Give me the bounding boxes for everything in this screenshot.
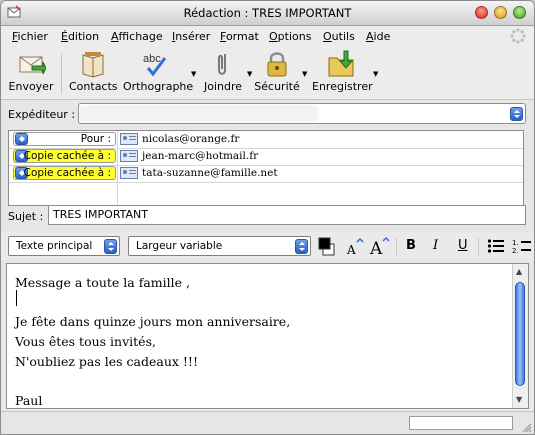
recipient-address[interactable]: jean-marc@hotmail.fr [142, 150, 258, 162]
message-line: Je fête dans quinze jours mon anniversai… [15, 314, 291, 329]
paragraph-style-select[interactable]: Texte principal [8, 236, 120, 256]
paperclip-icon [218, 54, 226, 75]
text-cursor [16, 290, 17, 306]
numbered-list-icon[interactable]: 1. 2. [512, 237, 532, 255]
subject-value: TRES IMPORTANT [53, 208, 148, 221]
close-window-button[interactable] [475, 6, 488, 19]
padlock-icon [267, 52, 287, 77]
spelling-button[interactable]: abc Orthographe [123, 50, 193, 93]
recipient-row[interactable]: Pour : nicolas@orange.fr [9, 131, 523, 149]
recipient-type-label: Copie cachée à : [23, 167, 111, 179]
window-title: Rédaction : TRES IMPORTANT [183, 6, 352, 20]
subject-input[interactable]: TRES IMPORTANT [48, 205, 526, 225]
recipient-address[interactable]: tata-suzanne@famille.net [142, 167, 278, 179]
activity-throbber-icon [510, 28, 526, 44]
recipients-list: Pour : nicolas@orange.fr Copie cachée à … [8, 130, 524, 206]
recipient-type-select[interactable]: Copie cachée à : [13, 166, 116, 180]
subject-label: Sujet : [8, 210, 44, 223]
spelling-dropdown-arrow-icon[interactable]: ▼ [191, 70, 196, 78]
recipient-row[interactable]: Copie cachée à : tata-suzanne@famille.ne… [9, 165, 523, 183]
menu-aide[interactable]: Aide [366, 30, 390, 43]
italic-button[interactable]: I [433, 238, 438, 253]
recipient-address[interactable]: nicolas@orange.fr [142, 133, 239, 145]
message-line: Message a toute la famille , [15, 275, 190, 290]
menu-inserer[interactable]: Insérer [172, 30, 210, 43]
toolbar-separator [61, 54, 62, 94]
sender-select[interactable] [78, 103, 526, 124]
send-icon [19, 56, 46, 75]
format-separator [478, 238, 479, 256]
menu-options[interactable]: Options [269, 30, 311, 43]
bold-button[interactable]: B [406, 238, 416, 253]
spellcheck-icon: abc [143, 53, 167, 77]
svg-text:1.: 1. [512, 239, 519, 247]
decrease-font-size-icon[interactable]: A [344, 238, 364, 256]
message-body-editor[interactable]: Message a toute la famille , Je fête dan… [6, 263, 529, 409]
recipient-type-select[interactable]: Copie cachée à : [13, 149, 116, 163]
scroll-up-arrow-icon[interactable]: ▲ [516, 267, 522, 276]
send-button[interactable]: Envoyer [7, 50, 55, 93]
contact-card-icon [120, 167, 138, 179]
bulleted-list-icon[interactable] [487, 238, 505, 254]
recipient-type-label: Copie cachée à : [23, 150, 111, 162]
menu-fichier[interactable]: Fichier [12, 30, 48, 43]
save-folder-icon [328, 50, 354, 77]
body-vertical-scrollbar[interactable]: ▲ ▼ [512, 264, 528, 408]
resize-grip-icon[interactable] [521, 422, 532, 433]
sender-field-blurred-value [81, 107, 317, 120]
main-toolbar: Envoyer Contacts abc Orthographe ▼ Joind… [1, 48, 534, 100]
menu-affichage[interactable]: Affichage [111, 30, 163, 43]
contact-card-icon [120, 133, 138, 145]
font-dropdown-icon [295, 239, 308, 254]
security-dropdown-arrow-icon[interactable]: ▼ [302, 70, 307, 78]
recipient-type-select[interactable]: Pour : [13, 132, 116, 146]
contacts-button[interactable]: Contacts [69, 50, 118, 93]
format-separator [396, 238, 397, 256]
save-button[interactable]: Enregistrer [312, 50, 373, 93]
message-line: N'oubliez pas les cadeaux !!! [15, 354, 198, 369]
recipient-empty-row[interactable] [9, 182, 523, 204]
status-bar [1, 411, 534, 434]
recipient-type-dropdown-icon [15, 133, 28, 145]
message-line: Paul [15, 393, 43, 408]
menu-outils[interactable]: Outils [323, 30, 355, 43]
minimize-window-button[interactable] [494, 6, 507, 19]
progress-meter [409, 416, 513, 430]
compose-window: Rédaction : TRES IMPORTANT Fichier Éditi… [0, 0, 535, 435]
paragraph-style-dropdown-icon [104, 239, 117, 254]
sender-dropdown-icon[interactable] [510, 107, 523, 121]
scrollbar-thumb[interactable] [515, 282, 525, 386]
scroll-down-arrow-icon[interactable]: ▼ [516, 395, 522, 404]
zoom-window-button[interactable] [513, 6, 526, 19]
increase-font-size-icon[interactable]: A [368, 236, 390, 256]
title-bar[interactable]: Rédaction : TRES IMPORTANT [1, 1, 534, 26]
recipient-row[interactable]: Copie cachée à : jean-marc@hotmail.fr [9, 148, 523, 166]
sender-label: Expéditeur : [8, 108, 76, 121]
font-select[interactable]: Largeur variable [128, 236, 311, 256]
text-color-icon[interactable] [318, 237, 336, 257]
security-button[interactable]: Sécurité [253, 50, 301, 93]
menu-format[interactable]: Format [220, 30, 259, 43]
svg-text:2.: 2. [512, 247, 519, 255]
recipient-type-label: Pour : [80, 133, 111, 145]
format-toolbar: Texte principal Largeur variable A A B I… [1, 232, 534, 260]
svg-text:abc: abc [143, 53, 161, 65]
contact-card-icon [120, 150, 138, 162]
svg-text:A: A [346, 243, 356, 256]
svg-text:A: A [369, 239, 383, 256]
menu-edition[interactable]: Édition [61, 30, 99, 43]
menu-bar: Fichier Édition Affichage Insérer Format… [1, 26, 534, 48]
save-dropdown-arrow-icon[interactable]: ▼ [373, 70, 378, 78]
address-book-icon [82, 52, 104, 78]
attach-dropdown-arrow-icon[interactable]: ▼ [247, 70, 252, 78]
message-line: Vous êtes tous invités, [15, 334, 156, 349]
underline-button[interactable]: U [458, 238, 468, 253]
attach-button[interactable]: Joindre [199, 50, 247, 93]
